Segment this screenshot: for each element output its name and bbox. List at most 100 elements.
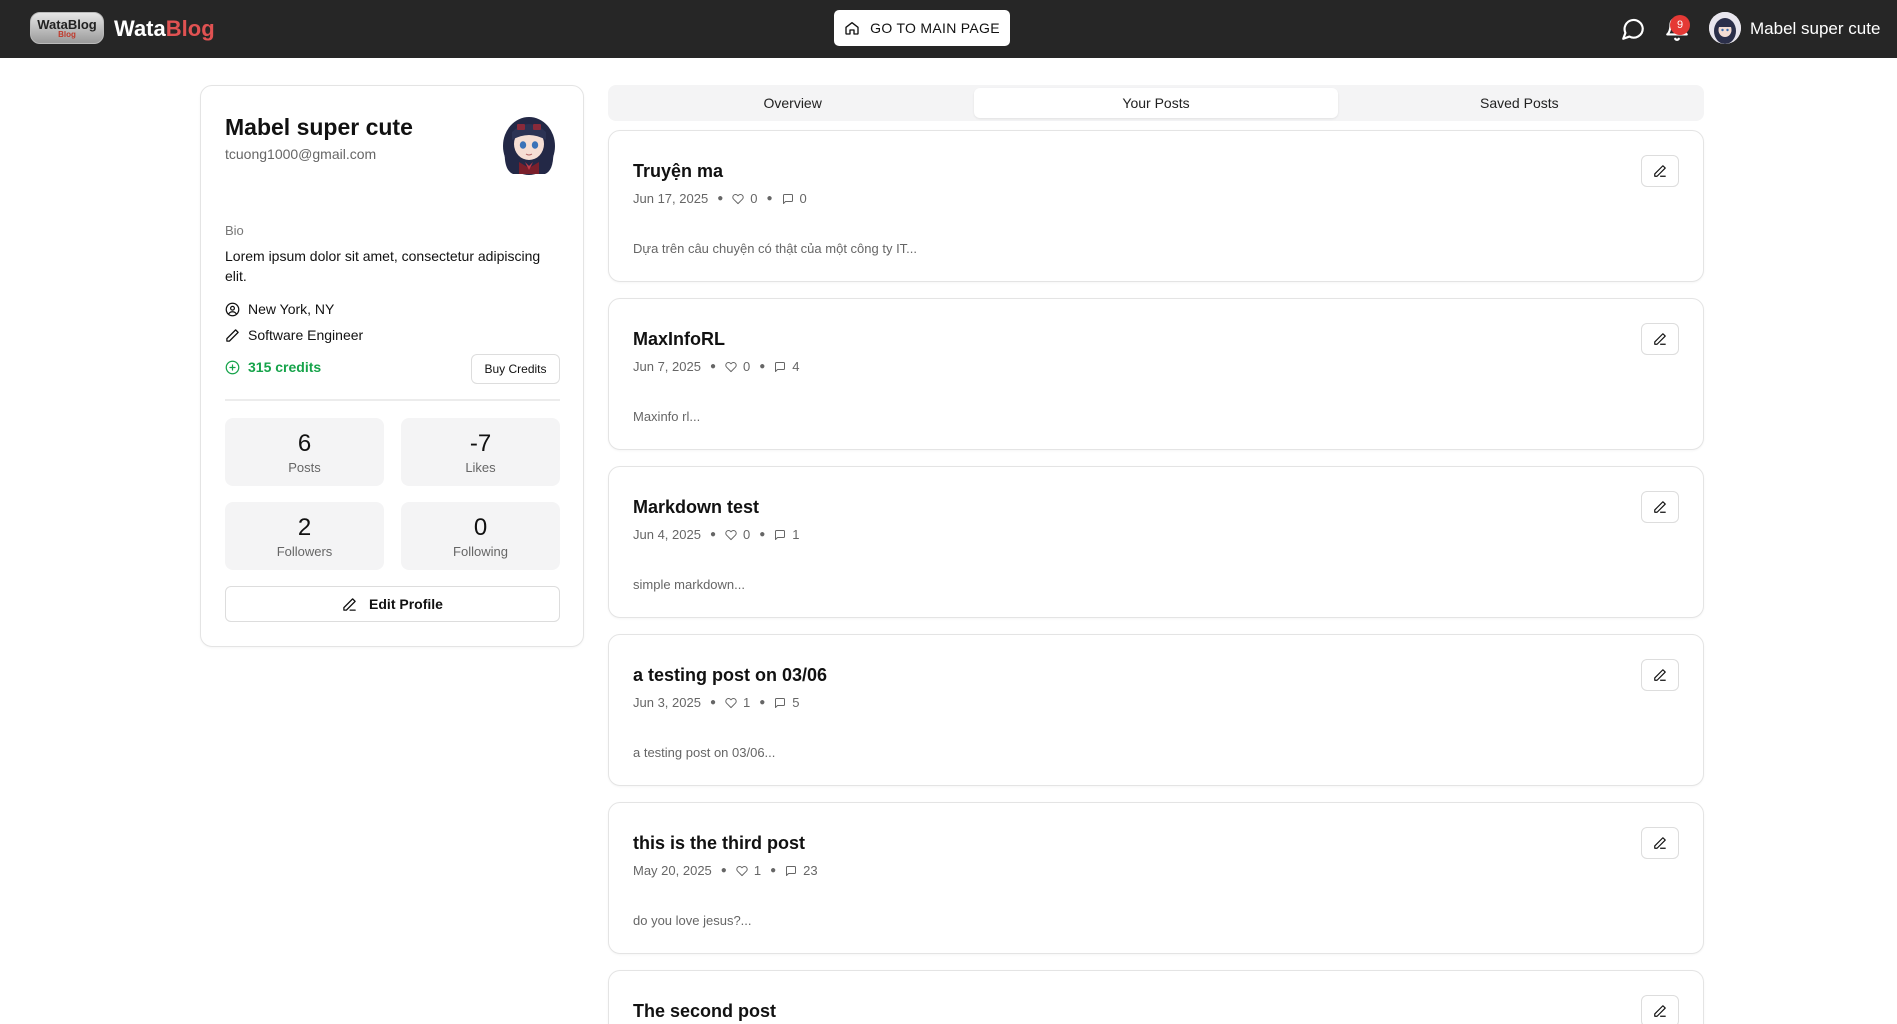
separator-dot: ●: [759, 361, 766, 372]
edit-post-button[interactable]: [1641, 491, 1679, 523]
edit-post-button[interactable]: [1641, 659, 1679, 691]
post-title[interactable]: this is the third post: [633, 833, 805, 854]
pencil-icon: [1654, 669, 1666, 681]
stat-followers[interactable]: 2 Followers: [225, 502, 384, 570]
edit-post-button[interactable]: [1641, 155, 1679, 187]
edit-profile-label: Edit Profile: [369, 596, 443, 612]
separator-dot: ●: [759, 697, 766, 708]
post-title[interactable]: Markdown test: [633, 497, 759, 518]
separator-dot: ●: [709, 697, 716, 708]
top-navbar: WataBlog Blog WataBlog GO TO MAIN PAGE 9…: [0, 0, 1897, 58]
separator-dot: ●: [709, 529, 716, 540]
heart-icon: [725, 697, 737, 708]
tab-your-posts[interactable]: Your Posts: [974, 88, 1338, 118]
stat-likes: -7 Likes: [401, 418, 560, 486]
divider: [225, 399, 560, 401]
brand-name[interactable]: WataBlog: [114, 16, 215, 42]
stat-following[interactable]: 0 Following: [401, 502, 560, 570]
post-snippet: a testing post on 03/06...: [633, 745, 776, 760]
notification-badge[interactable]: 9: [1670, 15, 1690, 35]
stat-value: 6: [297, 429, 312, 457]
post-title[interactable]: The second post: [633, 1001, 776, 1022]
post-meta: Jun 3, 2025 ● 1 ● 5: [633, 695, 800, 710]
stat-label: Following: [453, 543, 508, 559]
post-likes: 0: [743, 527, 751, 542]
post-comments: 1: [792, 527, 800, 542]
post-snippet: do you love jesus?...: [633, 913, 752, 928]
post-title[interactable]: a testing post on 03/06: [633, 665, 827, 686]
post-likes: 0: [743, 359, 751, 374]
edit-post-button[interactable]: [1641, 323, 1679, 355]
profile-tabs: Overview Your Posts Saved Posts: [608, 85, 1704, 121]
credits-row: 315 credits: [225, 359, 321, 375]
edit-profile-button[interactable]: Edit Profile: [225, 586, 560, 622]
post-likes: 1: [753, 863, 762, 878]
bio-text: Lorem ipsum dolor sit amet, consectetur …: [225, 248, 541, 284]
post-card[interactable]: a testing post on 03/06 Jun 3, 2025 ● 1 …: [608, 634, 1704, 786]
logo-text: WataBlog: [37, 16, 97, 32]
separator-dot: ●: [766, 193, 773, 204]
post-comments: 4: [792, 359, 800, 374]
pencil-icon: [226, 328, 239, 342]
post-title[interactable]: MaxInfoRL: [633, 329, 725, 350]
post-date: Jun 17, 2025: [633, 191, 709, 206]
post-snippet: Maxinfo rl...: [633, 409, 701, 424]
buy-credits-button[interactable]: Buy Credits: [471, 354, 560, 384]
post-card[interactable]: MaxInfoRL Jun 7, 2025 ● 0 ● 4 Maxinfo rl…: [608, 298, 1704, 450]
post-date: Jun 4, 2025: [633, 527, 701, 542]
job-text: Software Engineer: [248, 327, 364, 343]
logo-badge[interactable]: WataBlog Blog: [30, 12, 104, 44]
user-avatar[interactable]: [1709, 12, 1741, 44]
post-card[interactable]: Markdown test Jun 4, 2025 ● 0 ● 1 simple…: [608, 466, 1704, 618]
heart-icon: [725, 529, 737, 540]
post-likes: 0: [750, 191, 758, 206]
comment-icon: [775, 529, 786, 540]
logo-subtext: Blog: [58, 29, 76, 39]
heart-icon: [732, 193, 744, 204]
avatar-image: [1709, 12, 1741, 44]
stat-label: Followers: [276, 543, 333, 559]
profile-avatar-image: [503, 117, 555, 175]
profile-email: tcuong1000@gmail.com: [225, 146, 377, 162]
post-comments: 5: [792, 695, 800, 710]
tab-saved-posts[interactable]: Saved Posts: [1338, 88, 1701, 118]
stat-value: -7: [469, 429, 492, 457]
post-card[interactable]: this is the third post May 20, 2025 ● 1 …: [608, 802, 1704, 954]
post-meta: May 20, 2025 ● 1 ● 23: [633, 863, 818, 878]
location-row: New York, NY: [225, 301, 334, 317]
post-meta: Jun 7, 2025 ● 0 ● 4: [633, 359, 800, 374]
profile-avatar: [499, 110, 559, 176]
post-comments: 0: [799, 191, 807, 206]
profile-card: Mabel super cute tcuong1000@gmail.com Bi…: [200, 85, 584, 647]
go-to-main-page-button[interactable]: GO TO MAIN PAGE: [834, 10, 1010, 46]
separator-dot: ●: [717, 193, 724, 204]
post-card[interactable]: The second post: [608, 970, 1704, 1024]
pencil-icon: [1654, 333, 1666, 345]
edit-post-button[interactable]: [1641, 827, 1679, 859]
tab-overview[interactable]: Overview: [611, 88, 974, 118]
chat-icon[interactable]: [1620, 16, 1646, 42]
stat-posts: 6 Posts: [225, 418, 384, 486]
heart-icon: [736, 865, 748, 876]
post-likes: 1: [743, 695, 751, 710]
separator-dot: ●: [770, 865, 777, 876]
credits-text: 315 credits: [248, 359, 322, 375]
separator-dot: ●: [759, 529, 766, 540]
user-circle-icon: [225, 302, 240, 316]
edit-post-button[interactable]: [1641, 995, 1679, 1024]
stat-label: Likes: [465, 459, 496, 475]
post-title[interactable]: Truyện ma: [633, 161, 723, 182]
post-card[interactable]: Truyện ma Jun 17, 2025 ● 0 ● 0 Dựa trên …: [608, 130, 1704, 282]
pencil-icon: [1654, 165, 1666, 177]
comment-icon: [782, 193, 793, 204]
go-to-main-page-label: GO TO MAIN PAGE: [870, 20, 1000, 36]
comment-icon: [775, 697, 786, 708]
top-user-name[interactable]: Mabel super cute: [1750, 19, 1880, 39]
post-meta: Jun 17, 2025 ● 0 ● 0: [633, 191, 807, 206]
job-row: Software Engineer: [225, 327, 363, 343]
separator-dot: ●: [709, 361, 716, 372]
post-snippet: simple markdown...: [633, 577, 745, 592]
pencil-icon: [1654, 501, 1666, 513]
brand-part-1: Wata: [114, 16, 166, 41]
pencil-icon: [343, 597, 356, 611]
